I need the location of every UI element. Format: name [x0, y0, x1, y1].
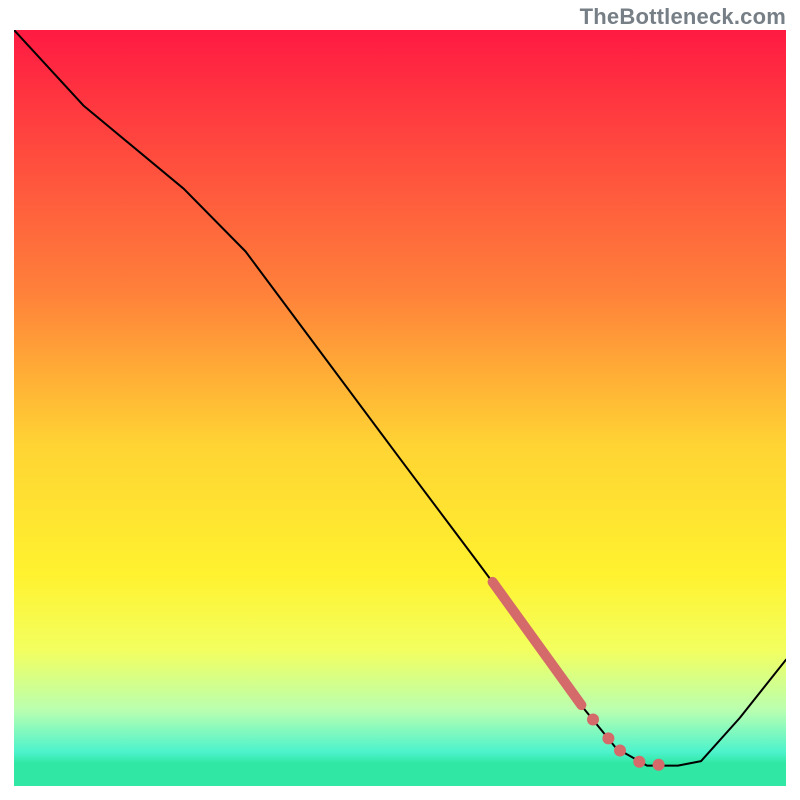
chart-frame: TheBottleneck.com — [0, 0, 800, 800]
plot-area — [14, 30, 786, 786]
marker-markers — [614, 745, 626, 757]
marker-markers — [653, 759, 665, 771]
marker-markers — [587, 714, 599, 726]
watermark-label: TheBottleneck.com — [580, 4, 786, 30]
marker-markers — [633, 756, 645, 768]
marker-markers — [602, 732, 614, 744]
chart-svg — [14, 30, 786, 786]
